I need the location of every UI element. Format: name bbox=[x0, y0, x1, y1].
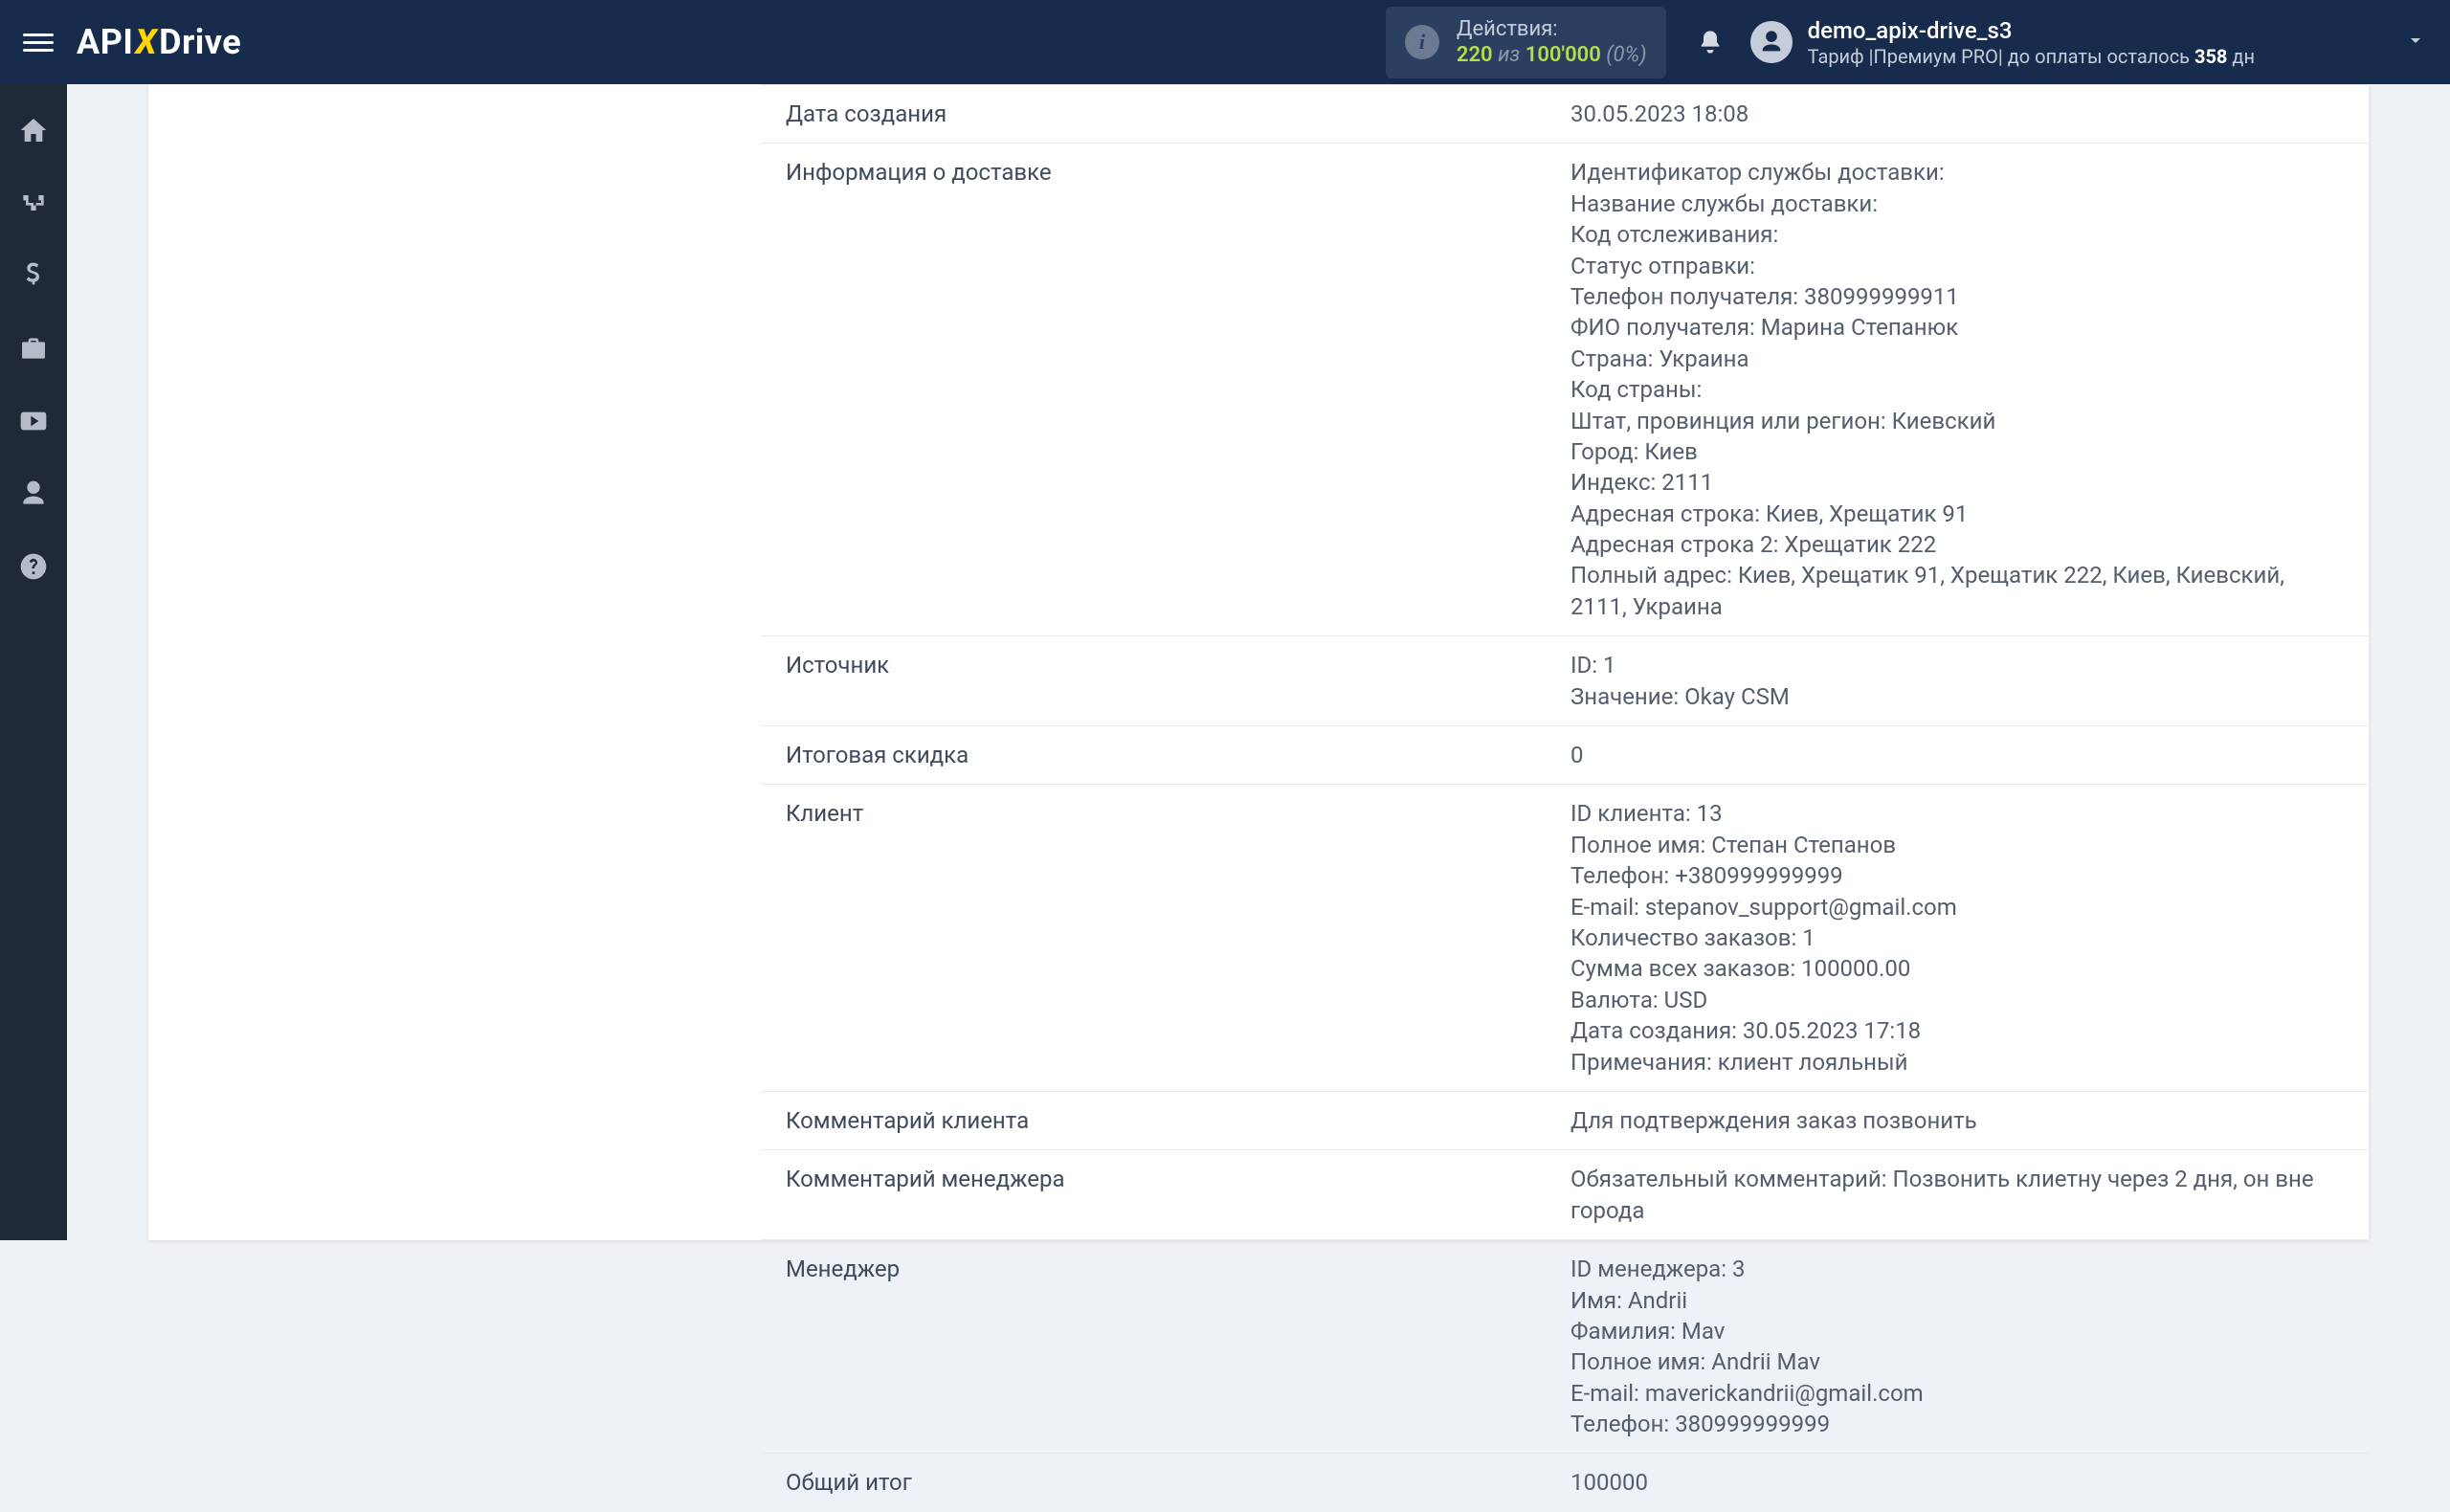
table-row: Итоговая скидка0 bbox=[761, 726, 2369, 785]
row-label: Комментарий клиента bbox=[761, 1091, 1546, 1149]
row-value: ID: 1 Значение: Okay CSM bbox=[1546, 636, 2369, 726]
sidebar-item-connections[interactable] bbox=[16, 186, 51, 220]
user-plan-prefix: Тариф |Премиум PRO| до оплаты осталось bbox=[1808, 45, 2194, 68]
actions-text: Действия: 220 из 100'000 (0%) bbox=[1457, 16, 1647, 69]
sidebar-item-briefcase[interactable] bbox=[16, 331, 51, 366]
chevron-down-icon bbox=[2404, 29, 2427, 56]
table-row: КлиентID клиента: 13 Полное имя: Степан … bbox=[761, 785, 2369, 1092]
row-label: Комментарий менеджера bbox=[761, 1150, 1546, 1240]
row-value: ID клиента: 13 Полное имя: Степан Степан… bbox=[1546, 785, 2369, 1092]
sidebar-item-video[interactable] bbox=[16, 404, 51, 438]
row-value: 0 bbox=[1546, 726, 2369, 785]
row-value: ID менеджера: 3 Имя: Andrii Фамилия: Mav… bbox=[1546, 1240, 2369, 1454]
sidebar-item-home[interactable] bbox=[16, 113, 51, 147]
row-value: Обязательный комментарий: Позвонить клие… bbox=[1546, 1150, 2369, 1240]
table-row: Комментарий менеджераОбязательный коммен… bbox=[761, 1150, 2369, 1240]
logo-api: API bbox=[77, 22, 133, 62]
row-label: Итоговая скидка bbox=[761, 726, 1546, 785]
actions-label: Действия: bbox=[1457, 16, 1647, 43]
actions-max: 100'000 bbox=[1526, 43, 1601, 67]
user-menu[interactable]: demo_apix-drive_s3 Тариф |Премиум PRO| д… bbox=[1750, 16, 2427, 69]
row-label: Менеджер bbox=[761, 1240, 1546, 1454]
table-row: Информация о доставкеИдентификатор служб… bbox=[761, 144, 2369, 636]
table-row: МенеджерID менеджера: 3 Имя: Andrii Фами… bbox=[761, 1240, 2369, 1454]
actions-current: 220 bbox=[1457, 43, 1493, 67]
sidebar-item-profile[interactable] bbox=[16, 477, 51, 511]
actions-values: 220 из 100'000 (0%) bbox=[1457, 42, 1647, 69]
table-row: Комментарий клиентаДля подтверждения зак… bbox=[761, 1091, 2369, 1149]
content: Дата создания30.05.2023 18:08Информация … bbox=[67, 84, 2450, 1240]
data-table: Дата создания30.05.2023 18:08Информация … bbox=[761, 84, 2369, 1512]
actions-of: из bbox=[1498, 43, 1520, 67]
row-value: 100000 bbox=[1546, 1454, 2369, 1512]
info-icon: i bbox=[1405, 25, 1439, 59]
topbar: API X Drive i Действия: 220 из 100'000 (… bbox=[0, 0, 2450, 84]
actions-widget[interactable]: i Действия: 220 из 100'000 (0%) bbox=[1386, 7, 1666, 78]
menu-toggle-button[interactable] bbox=[23, 27, 54, 57]
card-left-pane bbox=[148, 84, 761, 1240]
user-text: demo_apix-drive_s3 Тариф |Премиум PRO| д… bbox=[1808, 16, 2255, 69]
avatar bbox=[1750, 21, 1793, 63]
card-right-pane: Дата создания30.05.2023 18:08Информация … bbox=[761, 84, 2369, 1240]
sidebar bbox=[0, 84, 67, 1240]
logo-drive: Drive bbox=[159, 22, 241, 62]
user-plan-days: 358 bbox=[2194, 45, 2227, 68]
notifications-icon[interactable] bbox=[1697, 29, 1724, 56]
user-name: demo_apix-drive_s3 bbox=[1808, 16, 2255, 45]
sidebar-item-help[interactable] bbox=[16, 549, 51, 584]
user-plan-suffix: дн bbox=[2227, 45, 2255, 68]
table-row: Дата создания30.05.2023 18:08 bbox=[761, 85, 2369, 144]
row-label: Клиент bbox=[761, 785, 1546, 1092]
logo[interactable]: API X Drive bbox=[77, 22, 241, 62]
user-plan: Тариф |Премиум PRO| до оплаты осталось 3… bbox=[1808, 45, 2255, 69]
row-label: Источник bbox=[761, 636, 1546, 726]
card: Дата создания30.05.2023 18:08Информация … bbox=[148, 84, 2369, 1240]
row-label: Информация о доставке bbox=[761, 144, 1546, 636]
logo-x: X bbox=[135, 22, 157, 62]
table-row: ИсточникID: 1 Значение: Okay CSM bbox=[761, 636, 2369, 726]
table-row: Общий итог100000 bbox=[761, 1454, 2369, 1512]
row-value: Для подтверждения заказ позвонить bbox=[1546, 1091, 2369, 1149]
row-value: Идентификатор службы доставки: Название … bbox=[1546, 144, 2369, 636]
row-label: Дата создания bbox=[761, 85, 1546, 144]
actions-pct: (0%) bbox=[1606, 43, 1646, 67]
sidebar-item-billing[interactable] bbox=[16, 258, 51, 293]
row-label: Общий итог bbox=[761, 1454, 1546, 1512]
row-value: 30.05.2023 18:08 bbox=[1546, 85, 2369, 144]
